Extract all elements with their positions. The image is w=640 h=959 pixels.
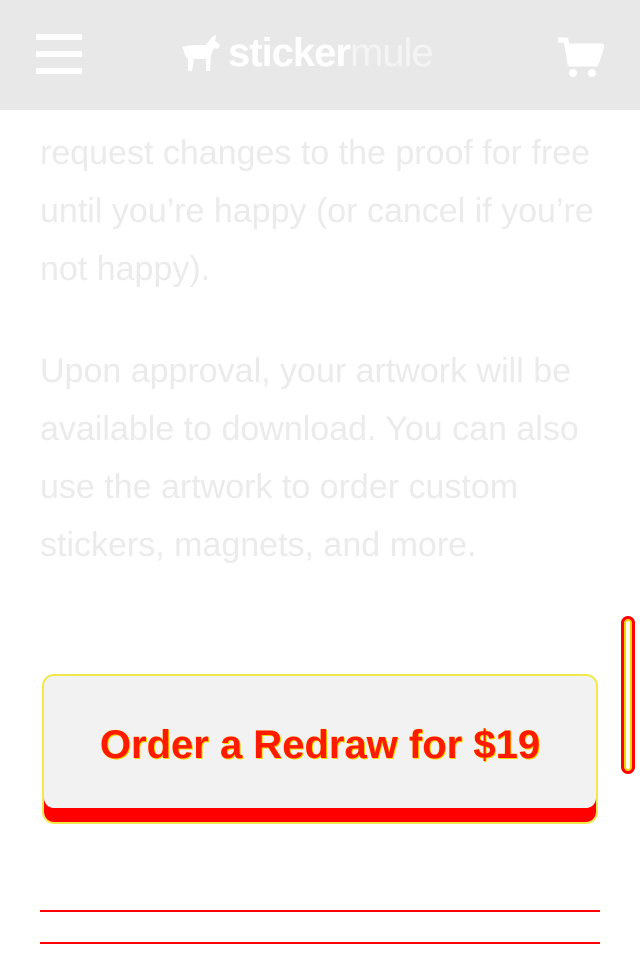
mule-logo-icon xyxy=(182,35,220,71)
shopping-cart-icon[interactable] xyxy=(556,36,604,80)
divider xyxy=(40,910,600,912)
main-content: request changes to the proof for free un… xyxy=(40,124,602,574)
paragraph-proof-changes: request changes to the proof for free un… xyxy=(40,134,594,288)
logo-wordmark: stickermule xyxy=(228,28,434,78)
order-redraw-button[interactable]: Order a Redraw for $19 xyxy=(42,674,598,824)
logo-text-bold: sticker xyxy=(228,31,351,75)
top-nav-bar: stickermule xyxy=(0,0,640,110)
stickermule-logo[interactable]: stickermule xyxy=(178,28,434,78)
paragraph-approval: Upon approval, your artwork will be avai… xyxy=(40,352,579,564)
divider xyxy=(40,942,600,944)
hamburger-menu-icon[interactable] xyxy=(36,34,82,74)
logo-text-light: mule xyxy=(349,31,434,75)
order-redraw-label: Order a Redraw for $19 xyxy=(99,722,541,767)
scrollbar-thumb[interactable] xyxy=(621,616,635,774)
